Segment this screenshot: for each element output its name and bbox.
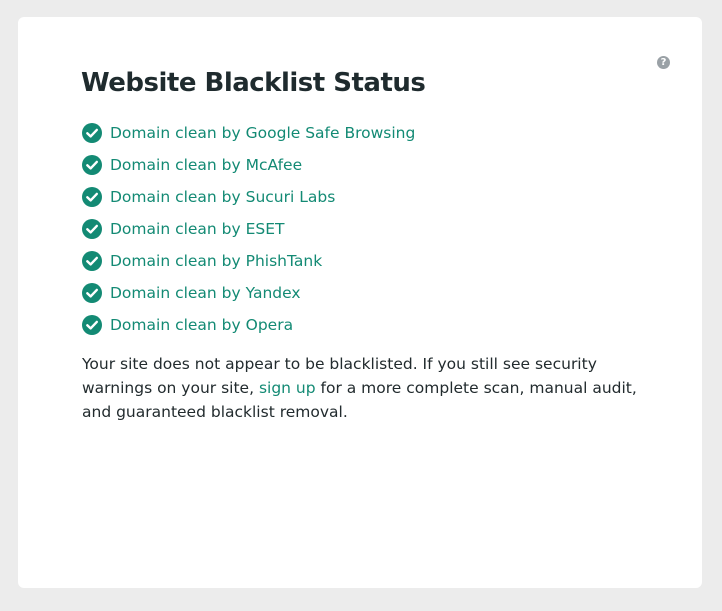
check-circle-icon: [82, 251, 102, 271]
status-label-phishtank[interactable]: Domain clean by PhishTank: [110, 252, 322, 270]
status-item-opera: Domain clean by Opera: [82, 309, 415, 341]
check-circle-icon: [82, 187, 102, 207]
status-item-google-safe-browsing: Domain clean by Google Safe Browsing: [82, 117, 415, 149]
status-item-yandex: Domain clean by Yandex: [82, 277, 415, 309]
status-label-opera[interactable]: Domain clean by Opera: [110, 316, 293, 334]
status-label-sucuri-labs[interactable]: Domain clean by Sucuri Labs: [110, 188, 335, 206]
status-item-phishtank: Domain clean by PhishTank: [82, 245, 415, 277]
status-item-sucuri-labs: Domain clean by Sucuri Labs: [82, 181, 415, 213]
summary-text: Your site does not appear to be blacklis…: [82, 352, 642, 424]
check-circle-icon: [82, 283, 102, 303]
status-label-mcafee[interactable]: Domain clean by McAfee: [110, 156, 302, 174]
status-label-yandex[interactable]: Domain clean by Yandex: [110, 284, 301, 302]
sign-up-link[interactable]: sign up: [259, 379, 316, 397]
status-list: Domain clean by Google Safe Browsing Dom…: [82, 117, 415, 341]
check-circle-icon: [82, 155, 102, 175]
check-circle-icon: [82, 123, 102, 143]
page-title: Website Blacklist Status: [81, 68, 426, 98]
status-item-mcafee: Domain clean by McAfee: [82, 149, 415, 181]
status-label-eset[interactable]: Domain clean by ESET: [110, 220, 285, 238]
check-circle-icon: [82, 219, 102, 239]
blacklist-status-card: ? Website Blacklist Status Domain clean …: [18, 17, 702, 588]
question-circle-icon[interactable]: ?: [657, 56, 670, 69]
check-circle-icon: [82, 315, 102, 335]
status-item-eset: Domain clean by ESET: [82, 213, 415, 245]
status-label-google-safe-browsing[interactable]: Domain clean by Google Safe Browsing: [110, 124, 415, 142]
